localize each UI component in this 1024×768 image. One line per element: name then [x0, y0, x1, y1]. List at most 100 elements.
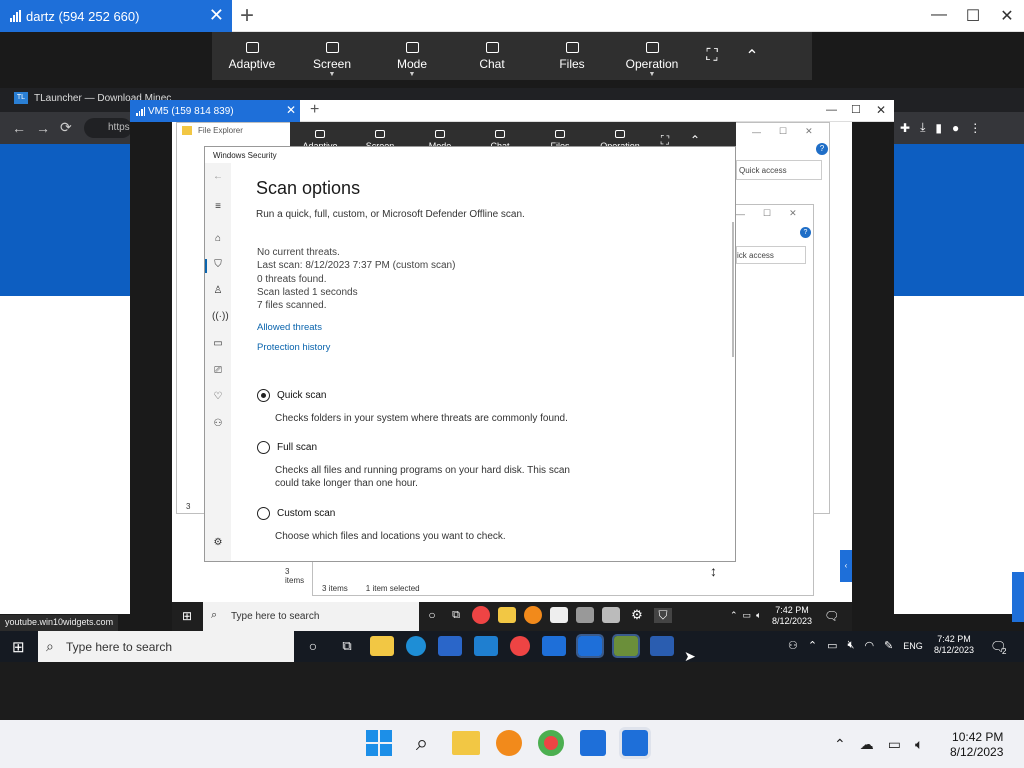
vm-clock[interactable]: 7:42 PM 8/12/2023	[772, 605, 812, 627]
chevron-up-icon[interactable]: ⌃	[834, 736, 846, 753]
gear-icon[interactable]: ⚙	[212, 537, 224, 549]
firefox-icon[interactable]	[496, 730, 522, 756]
network-app-icon[interactable]	[576, 607, 594, 623]
operation-button[interactable]: Operation ▼	[612, 32, 692, 80]
profile-icon[interactable]: ●	[952, 121, 959, 135]
close-window-button[interactable]: ✕	[789, 208, 797, 219]
protection-history-link[interactable]: Protection history	[257, 342, 330, 353]
custom-scan-radio[interactable]: Custom scan	[257, 507, 335, 520]
volume-icon[interactable]: 🔈︎	[756, 610, 761, 621]
close-tab-icon[interactable]: ✕	[209, 6, 224, 24]
download-icon[interactable]: ⤓	[920, 120, 925, 135]
chevron-up-icon[interactable]: ⌃	[730, 610, 738, 621]
task-view-icon[interactable]: ⧉	[336, 638, 358, 654]
allowed-threats-link[interactable]: Allowed threats	[257, 322, 322, 333]
health-icon[interactable]: ♡	[212, 391, 224, 403]
win11-clock[interactable]: 10:42 PM 8/12/2023	[950, 730, 1003, 760]
chat-button[interactable]: Chat	[452, 32, 532, 80]
quick-access-item[interactable]: Quick access	[736, 160, 822, 180]
screen-button[interactable]: Screen ▼	[292, 32, 372, 80]
gear-icon[interactable]: ⚙	[628, 607, 646, 623]
people-icon[interactable]: ⚇	[788, 639, 798, 652]
chrome-icon[interactable]	[472, 606, 490, 624]
fullscreen-icon[interactable]: ⛶	[692, 32, 732, 80]
minecraft-icon[interactable]	[612, 634, 640, 658]
hamburger-menu-icon[interactable]: ≡	[212, 201, 224, 213]
network-icon[interactable]: ((·))	[212, 311, 229, 323]
language-indicator[interactable]: ENG	[903, 641, 923, 651]
family-icon[interactable]: ⚇	[212, 418, 224, 430]
scrollbar-thumb[interactable]	[732, 222, 734, 357]
menu-icon[interactable]: ⋮	[969, 121, 981, 135]
chevron-up-icon[interactable]: ⌃	[808, 639, 817, 652]
anydesk-icon[interactable]	[580, 730, 606, 756]
chrome-icon[interactable]	[510, 636, 530, 656]
maximize-button[interactable]: ☐	[956, 6, 990, 26]
home-icon[interactable]: ⌂	[212, 233, 224, 245]
address-bar[interactable]: https	[84, 118, 132, 138]
volume-mute-icon[interactable]: 🔇︎	[848, 639, 855, 652]
reload-icon[interactable]: ⟳	[60, 119, 72, 136]
minimize-button[interactable]: —	[736, 209, 745, 219]
app-icon[interactable]	[602, 607, 620, 623]
store-icon[interactable]	[550, 607, 568, 623]
display-icon[interactable]: ▭	[888, 736, 901, 753]
outer-session-tab[interactable]: dartz (594 252 660) ✕	[0, 0, 232, 32]
pen-icon[interactable]: ✎	[884, 639, 893, 652]
chrome-icon[interactable]	[538, 730, 564, 756]
mode-button[interactable]: Mode ▼	[372, 32, 452, 80]
cortana-icon[interactable]: ○	[302, 638, 324, 654]
close-window-button[interactable]: ✕	[990, 6, 1024, 26]
vm5-session-tab[interactable]: VM5 (159 814 839) ✕	[130, 100, 300, 122]
network-icon[interactable]: ▭	[743, 610, 752, 621]
help-icon[interactable]: ?	[800, 227, 811, 238]
file-explorer-icon[interactable]	[452, 731, 480, 755]
collapse-toolbar-icon[interactable]: ⌃	[732, 32, 772, 80]
maximize-button[interactable]: ☐	[851, 103, 861, 116]
minimize-button[interactable]: —	[752, 127, 761, 137]
cortana-icon[interactable]: ○	[424, 608, 440, 622]
close-window-button[interactable]: ✕	[876, 103, 886, 117]
wifi-icon[interactable]: ◠	[864, 639, 874, 652]
new-tab-button[interactable]: +	[240, 2, 254, 30]
shield-icon[interactable]: ⛉	[654, 607, 672, 623]
windows-start-icon[interactable]	[366, 730, 392, 756]
close-window-button[interactable]: ✕	[805, 126, 813, 137]
notification-icon[interactable]: 🗨︎	[824, 609, 839, 623]
win10-search-box[interactable]: ⌕ Type here to search	[38, 631, 294, 662]
extensions-icon[interactable]: ✚	[900, 121, 910, 135]
files-button[interactable]: Files	[532, 32, 612, 80]
firefox-icon[interactable]	[524, 606, 542, 624]
new-tab-button[interactable]: +	[310, 101, 319, 119]
win10-clock[interactable]: 7:42 PM 8/12/2023	[934, 634, 974, 656]
side-scroll-tab[interactable]	[1012, 572, 1024, 622]
quick-access-item[interactable]: ick access	[736, 246, 806, 264]
sidepanel-icon[interactable]: ▮	[935, 121, 942, 135]
quick-scan-radio[interactable]: Quick scan	[257, 389, 326, 402]
network-off-icon[interactable]: ☁	[860, 736, 874, 753]
minimize-button[interactable]: —	[922, 6, 956, 24]
task-view-icon[interactable]: ⧉	[448, 609, 464, 622]
edge-icon[interactable]	[406, 636, 426, 656]
forward-arrow-icon[interactable]: →	[36, 120, 50, 136]
maximize-button[interactable]: ☐	[763, 208, 771, 219]
windows-start-icon[interactable]: ⊞	[182, 609, 192, 623]
battery-icon[interactable]: ▭	[827, 639, 837, 652]
close-tab-icon[interactable]: ✕	[286, 103, 296, 117]
app-browser-icon[interactable]: ▭	[212, 338, 224, 350]
back-arrow-icon[interactable]: ←	[12, 120, 26, 136]
help-icon[interactable]: ?	[816, 143, 828, 155]
maximize-button[interactable]: ☐	[779, 126, 787, 137]
mail-icon[interactable]	[474, 636, 498, 656]
shield-icon[interactable]: ⛉	[212, 259, 224, 271]
store-icon[interactable]	[438, 636, 462, 656]
account-icon[interactable]: ♙	[212, 285, 224, 297]
adaptive-button[interactable]: Adaptive	[212, 32, 292, 80]
minimize-button[interactable]: —	[826, 104, 837, 116]
side-collapse-tab[interactable]: ‹	[840, 550, 852, 582]
anydesk-active-icon[interactable]	[619, 727, 651, 759]
search-icon[interactable]: ⌕	[408, 730, 436, 756]
anydesk-icon[interactable]	[542, 636, 566, 656]
volume-icon[interactable]: 🔈︎	[915, 736, 923, 753]
app-icon[interactable]	[650, 636, 674, 656]
